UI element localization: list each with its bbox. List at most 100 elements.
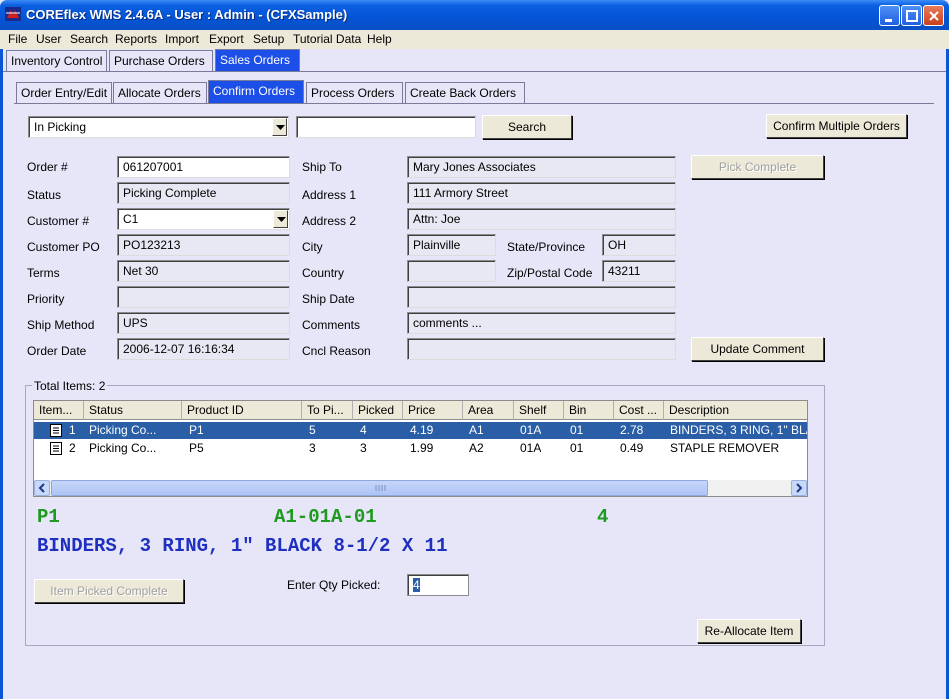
tab-order-entry-edit[interactable]: Order Entry/Edit <box>16 82 112 103</box>
menu-user[interactable]: User <box>36 32 61 46</box>
column-header-item[interactable]: Item... <box>34 401 84 420</box>
scroll-right-button[interactable] <box>791 480 807 496</box>
tab-inventory-control[interactable]: Inventory Control <box>6 50 107 71</box>
item-picked-complete-button[interactable]: Item Picked Complete <box>34 579 184 603</box>
cell-cost: 2.78 <box>620 423 644 437</box>
grip-icon <box>375 485 386 491</box>
items-table[interactable]: Item... Status Product ID To Pi... Picke… <box>33 400 808 497</box>
order-date-field: 2006-12-07 16:16:34 <box>117 338 290 360</box>
cell-area: A2 <box>469 441 484 455</box>
cncl-reason-field <box>407 338 676 360</box>
column-header-status[interactable]: Status <box>84 401 182 420</box>
ship-date-field <box>407 286 676 308</box>
search-button[interactable]: Search <box>482 115 572 139</box>
cell-status: Picking Co... <box>89 441 157 455</box>
cell-area: A1 <box>469 423 484 437</box>
window-title: COREflex WMS 2.4.6A - User : Admin - (CF… <box>26 7 348 22</box>
tab-create-back-orders[interactable]: Create Back Orders <box>405 82 525 103</box>
city-field: Plainville <box>407 234 496 256</box>
column-header-area[interactable]: Area <box>463 401 514 420</box>
customer-number-select[interactable]: C1 <box>117 208 290 230</box>
qty-picked-input[interactable]: 4 <box>407 574 469 596</box>
column-header-description[interactable]: Description <box>664 401 807 420</box>
table-row[interactable]: 2 Picking Co... P5 3 3 1.99 A2 01A 01 0.… <box>34 440 807 457</box>
cell-price: 1.99 <box>410 441 434 455</box>
detail-location: A1-01A-01 <box>274 506 377 528</box>
menu-import[interactable]: Import <box>165 32 199 46</box>
customer-number-value: C1 <box>123 212 139 226</box>
scroll-left-button[interactable] <box>34 480 50 496</box>
address1-field: 111 Armory Street <box>407 182 676 204</box>
status-filter-value: In Picking <box>34 120 87 134</box>
tab-confirm-orders[interactable]: Confirm Orders <box>208 80 304 103</box>
customer-number-label: Customer # <box>27 214 90 228</box>
confirm-multiple-orders-button[interactable]: Confirm Multiple Orders <box>766 114 907 138</box>
total-items-label: Total Items: 2 <box>32 379 108 393</box>
cell-item: 1 <box>69 423 76 437</box>
horizontal-scrollbar[interactable] <box>34 480 807 496</box>
ship-method-label: Ship Method <box>27 318 95 332</box>
customer-po-label: Customer PO <box>27 240 100 254</box>
cell-shelf: 01A <box>520 441 542 455</box>
table-row[interactable]: 1 Picking Co... P1 5 4 4.19 A1 01A 01 2.… <box>34 422 807 439</box>
city-label: City <box>302 240 323 254</box>
country-label: Country <box>302 266 345 280</box>
close-button[interactable] <box>923 5 944 26</box>
column-header-price[interactable]: Price <box>403 401 463 420</box>
menu-help[interactable]: Help <box>367 32 392 46</box>
status-field: Picking Complete <box>117 182 290 204</box>
cell-price: 4.19 <box>410 423 434 437</box>
search-input[interactable] <box>296 116 476 138</box>
scroll-thumb[interactable] <box>51 480 708 496</box>
menu-tutorial-data[interactable]: Tutorial Data <box>293 32 361 46</box>
status-label: Status <box>27 188 62 202</box>
enter-qty-picked-label: Enter Qty Picked: <box>287 578 381 592</box>
column-header-product-id[interactable]: Product ID <box>182 401 302 420</box>
order-number-field[interactable]: 061207001 <box>117 156 290 178</box>
title-bar: COREflex WMS 2.4.6A - User : Admin - (CF… <box>0 0 949 30</box>
cncl-reason-label: Cncl Reason <box>302 344 371 358</box>
menu-reports[interactable]: Reports <box>115 32 157 46</box>
priority-field <box>117 286 290 308</box>
chevron-right-icon <box>796 483 803 493</box>
comments-field[interactable]: comments ... <box>407 312 676 334</box>
pick-complete-button[interactable]: Pick Complete <box>691 155 824 179</box>
order-number-label: Order # <box>27 160 68 174</box>
address2-field: Attn: Joe <box>407 208 676 230</box>
status-filter-dropdown-button[interactable] <box>272 118 287 136</box>
column-header-bin[interactable]: Bin <box>564 401 614 420</box>
document-icon <box>50 424 62 437</box>
order-date-label: Order Date <box>27 344 87 358</box>
menu-export[interactable]: Export <box>209 32 244 46</box>
qty-picked-value: 4 <box>413 578 420 592</box>
minimize-button[interactable] <box>879 5 900 26</box>
ship-to-label: Ship To <box>302 160 342 174</box>
menu-bar: File User Search Reports Import Export S… <box>0 30 949 49</box>
customer-number-dropdown-button[interactable] <box>273 210 288 228</box>
terms-field: Net 30 <box>117 260 290 282</box>
tab-sales-orders[interactable]: Sales Orders <box>215 49 300 71</box>
close-icon <box>929 11 939 21</box>
subtab-divider <box>14 103 934 104</box>
tab-purchase-orders[interactable]: Purchase Orders <box>109 50 213 71</box>
update-comment-button[interactable]: Update Comment <box>691 337 824 361</box>
column-header-picked[interactable]: Picked <box>353 401 403 420</box>
menu-setup[interactable]: Setup <box>253 32 284 46</box>
status-filter-select[interactable]: In Picking <box>28 116 289 138</box>
column-header-to-pick[interactable]: To Pi... <box>302 401 353 420</box>
cell-picked: 4 <box>360 423 367 437</box>
menu-file[interactable]: File <box>8 32 27 46</box>
tab-divider <box>3 71 946 72</box>
maximize-button[interactable] <box>901 5 922 26</box>
column-header-shelf[interactable]: Shelf <box>514 401 564 420</box>
address2-label: Address 2 <box>302 214 357 228</box>
detail-product-id: P1 <box>37 506 60 528</box>
cell-bin: 01 <box>570 423 584 437</box>
tab-allocate-orders[interactable]: Allocate Orders <box>113 82 207 103</box>
cell-description: STAPLE REMOVER <box>670 441 780 455</box>
menu-search[interactable]: Search <box>70 32 108 46</box>
tab-process-orders[interactable]: Process Orders <box>306 82 403 103</box>
re-allocate-item-button[interactable]: Re-Allocate Item <box>697 619 801 643</box>
window-frame-left <box>0 30 3 699</box>
column-header-cost[interactable]: Cost ... <box>614 401 664 420</box>
